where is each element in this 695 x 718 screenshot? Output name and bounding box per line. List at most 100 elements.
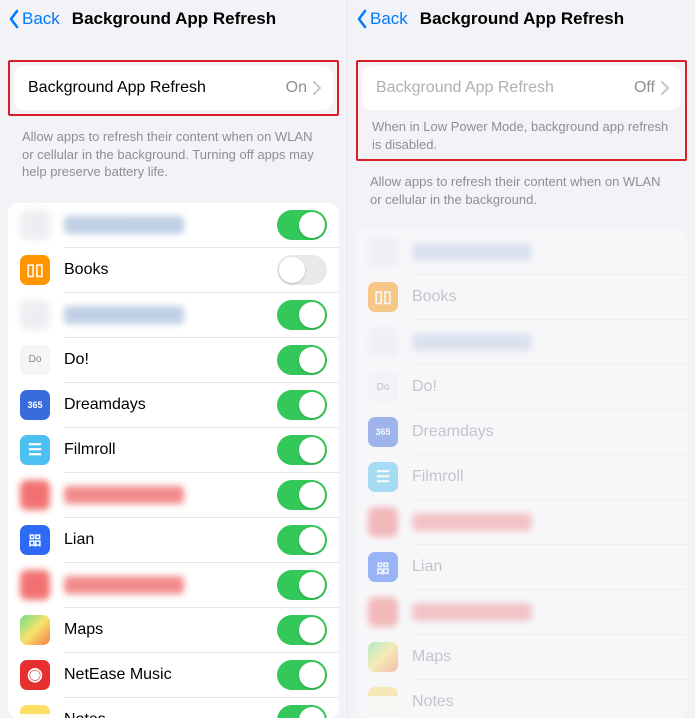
netease-icon: ◉	[20, 660, 50, 690]
app-list: ▯▯ Books Do Do! 365 Dreamdays ☰ Filmroll 㗊 Lian Ma…	[356, 230, 687, 718]
red-icon	[368, 507, 398, 537]
app-label	[412, 513, 675, 531]
app-label	[64, 486, 277, 504]
bg-refresh-row[interactable]: Background App Refresh Off	[362, 66, 681, 110]
bg-refresh-value: Off	[634, 79, 655, 97]
highlight-box: Background App Refresh Off When in Low P…	[356, 60, 687, 161]
app-label	[64, 216, 277, 234]
navbar: Back Background App Refresh	[0, 0, 347, 38]
app-toggle[interactable]	[277, 210, 327, 240]
app-list: ▯▯ Books DoDo! 365 Dreamdays ☰ Filmroll 㗊 Lian Ma…	[8, 203, 339, 718]
do-icon: Do	[368, 372, 398, 402]
description-text: Allow apps to refresh their content when…	[348, 167, 695, 216]
maps-icon	[368, 642, 398, 672]
notes-icon	[20, 705, 50, 718]
app-toggle[interactable]	[277, 615, 327, 645]
app-label: Books	[412, 288, 675, 306]
app-label: Notes	[412, 693, 675, 711]
maps-icon	[20, 615, 50, 645]
app-row	[8, 293, 339, 337]
app-row	[356, 230, 687, 274]
app-label: Lian	[412, 558, 675, 576]
settings-pane-off: Back Background App Refresh Background A…	[348, 0, 695, 718]
page-title: Background App Refresh	[72, 9, 276, 29]
app-row: Notes	[8, 698, 339, 718]
app-row: ▯▯ Books	[8, 248, 339, 292]
settings-pane-on: Back Background App Refresh Background A…	[0, 0, 348, 718]
lowpower-note: When in Low Power Mode, background app r…	[358, 110, 685, 155]
app-label	[412, 603, 675, 621]
app-toggle[interactable]	[277, 255, 327, 285]
app-row: ☰ Filmroll	[356, 455, 687, 499]
app-row	[356, 320, 687, 364]
description-text: Allow apps to refresh their content when…	[0, 122, 347, 189]
app-toggle[interactable]	[277, 390, 327, 420]
app-label: Books	[64, 261, 277, 279]
chevron-right-icon	[313, 81, 321, 95]
app-toggle[interactable]	[277, 570, 327, 600]
page-title: Background App Refresh	[420, 9, 624, 29]
app-label: Filmroll	[412, 468, 675, 486]
bg-refresh-label: Background App Refresh	[376, 79, 634, 97]
filmroll-icon: ☰	[368, 462, 398, 492]
chevron-left-icon	[356, 9, 368, 29]
books-icon: ▯▯	[20, 255, 50, 285]
notes-icon	[368, 687, 398, 717]
app-label: Maps	[412, 648, 675, 666]
app-label: Filmroll	[64, 441, 277, 459]
app-row: 365 Dreamdays	[356, 410, 687, 454]
app-row: 㗊 Lian	[356, 545, 687, 589]
app-row: DoDo!	[8, 338, 339, 382]
app-label: Do!	[412, 378, 675, 396]
back-button[interactable]: Back	[8, 9, 60, 29]
back-label: Back	[370, 9, 408, 29]
app-row: Do Do!	[356, 365, 687, 409]
app-row: Maps	[356, 635, 687, 679]
app-label	[64, 306, 277, 324]
app-row: ◉ NetEase Music	[8, 653, 339, 697]
dreamdays-icon: 365	[20, 390, 50, 420]
app-label	[412, 243, 675, 261]
app-row: ☰ Filmroll	[8, 428, 339, 472]
app-toggle[interactable]	[277, 435, 327, 465]
app-label: Maps	[64, 621, 277, 639]
app-row: Maps	[8, 608, 339, 652]
app-label: Dreamdays	[64, 396, 277, 414]
red-icon	[20, 480, 50, 510]
app-toggle[interactable]	[277, 300, 327, 330]
app-label: Lian	[64, 531, 277, 549]
app-toggle[interactable]	[277, 660, 327, 690]
highlight-box: Background App Refresh On	[8, 60, 339, 116]
red-icon	[368, 597, 398, 627]
bg-refresh-value: On	[286, 79, 307, 97]
lian-icon: 㗊	[368, 552, 398, 582]
app-row: Notes	[356, 680, 687, 718]
app-toggle[interactable]	[277, 480, 327, 510]
bg-refresh-label: Background App Refresh	[28, 79, 286, 97]
filmroll-icon: ☰	[20, 435, 50, 465]
app-label: Dreamdays	[412, 423, 675, 441]
app-row: 365 Dreamdays	[8, 383, 339, 427]
blank-icon	[368, 237, 398, 267]
app-label: NetEase Music	[64, 666, 277, 684]
app-row: ▯▯ Books	[356, 275, 687, 319]
app-toggle[interactable]	[277, 705, 327, 718]
back-button[interactable]: Back	[356, 9, 408, 29]
chevron-left-icon	[8, 9, 20, 29]
app-label	[64, 576, 277, 594]
app-label: Do!	[64, 351, 277, 369]
app-label: Notes	[64, 711, 277, 718]
dreamdays-icon: 365	[368, 417, 398, 447]
app-toggle[interactable]	[277, 525, 327, 555]
chevron-right-icon	[661, 81, 669, 95]
app-row: 㗊 Lian	[8, 518, 339, 562]
app-row	[356, 500, 687, 544]
lian-icon: 㗊	[20, 525, 50, 555]
blank-icon	[368, 327, 398, 357]
books-icon: ▯▯	[368, 282, 398, 312]
app-toggle[interactable]	[277, 345, 327, 375]
app-row	[356, 590, 687, 634]
red-icon	[20, 570, 50, 600]
bg-refresh-row[interactable]: Background App Refresh On	[14, 66, 333, 110]
blank-icon	[20, 210, 50, 240]
